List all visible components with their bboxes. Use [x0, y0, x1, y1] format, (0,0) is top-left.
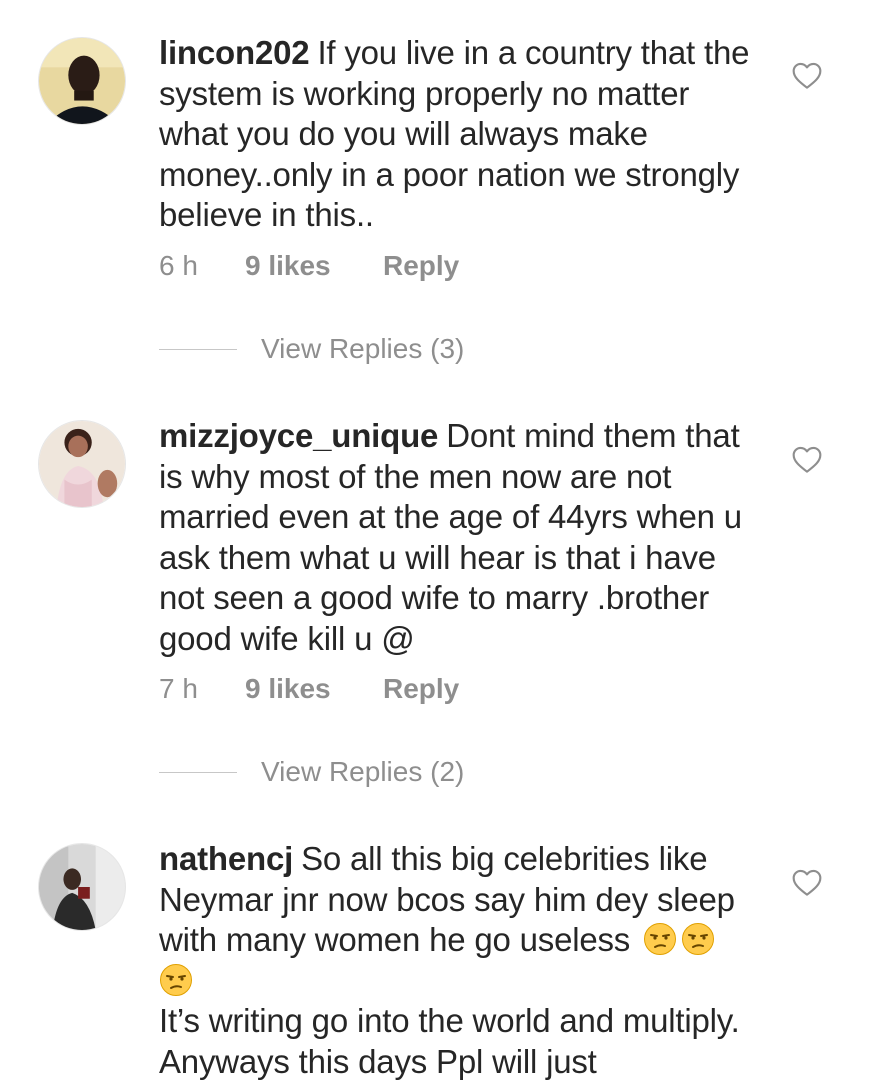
likes-count[interactable]: 9 likes	[245, 673, 383, 705]
comment-meta: 7 h 9 likes Reply	[159, 671, 459, 707]
comment-text: mizzjoyce_unique Dont mind them that is w…	[159, 416, 759, 659]
user-avatar-icon	[39, 421, 125, 507]
comment-timestamp: 6 h	[159, 250, 198, 281]
comment-body-continued: It’s writing go into the world and multi…	[159, 1002, 747, 1080]
comment-text: lincon202 If you live in a country that t…	[159, 33, 759, 236]
view-replies-button[interactable]: View Replies (3)	[159, 331, 464, 367]
likes-count[interactable]: 9 likes	[245, 250, 383, 282]
avatar[interactable]	[38, 843, 126, 931]
like-heart-icon[interactable]	[791, 867, 823, 897]
replies-divider	[159, 348, 237, 350]
view-replies-button[interactable]: View Replies (2)	[159, 754, 464, 790]
comment-timestamp: 7 h	[159, 673, 198, 704]
user-avatar-icon	[39, 844, 125, 930]
user-avatar-icon	[39, 38, 125, 124]
comment-meta: 6 h 9 likes Reply	[159, 248, 459, 284]
like-heart-icon[interactable]	[791, 60, 823, 90]
replies-divider	[159, 771, 237, 773]
view-replies-label: View Replies (2)	[261, 756, 465, 787]
reply-button[interactable]: Reply	[383, 250, 459, 282]
avatar[interactable]	[38, 420, 126, 508]
reply-button[interactable]: Reply	[383, 673, 459, 705]
view-replies-label: View Replies (3)	[261, 333, 465, 364]
unamused-face-emoji	[681, 922, 715, 956]
like-heart-icon[interactable]	[791, 444, 823, 474]
comment-username[interactable]: mizzjoyce_unique	[159, 417, 438, 454]
avatar[interactable]	[38, 37, 126, 125]
comment-text: nathencj So all this big celebrities like…	[159, 839, 759, 1082]
comment-username[interactable]: lincon202	[159, 34, 310, 71]
unamused-face-emoji	[159, 963, 193, 997]
comment-username[interactable]: nathencj	[159, 840, 293, 877]
unamused-face-emoji	[643, 922, 677, 956]
